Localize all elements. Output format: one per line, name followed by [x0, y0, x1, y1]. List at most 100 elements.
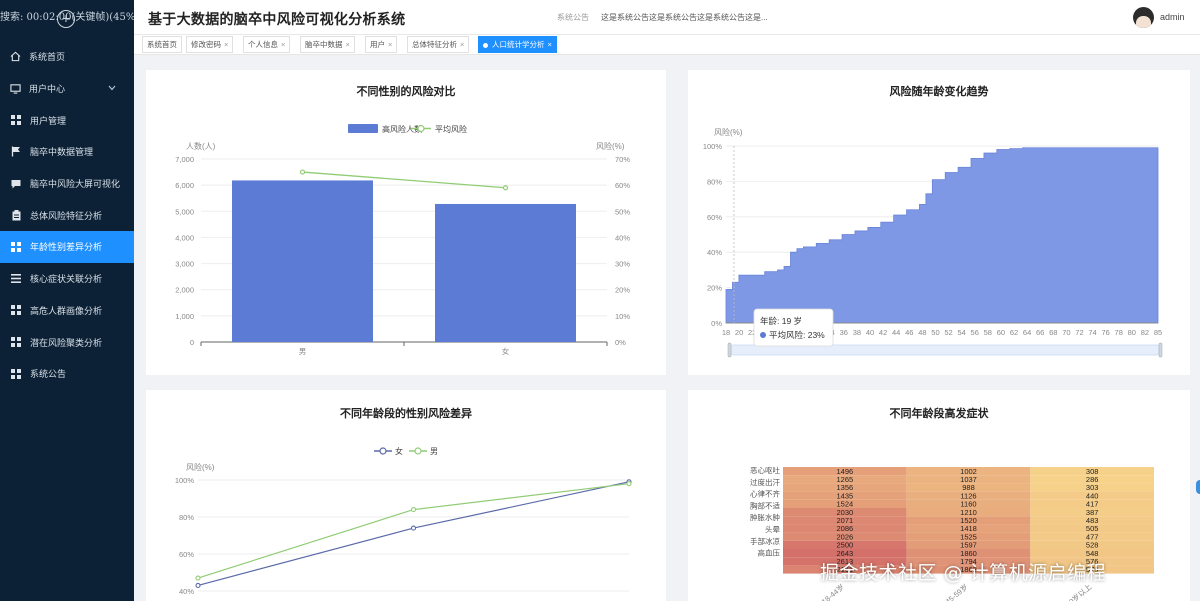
y2-tick-label: 40%	[615, 233, 630, 242]
sidebar-item-symptom-association[interactable]: 核心症状关联分析	[0, 263, 134, 295]
x-tick-label: 62	[1010, 328, 1018, 337]
x-tick-label: 80	[1128, 328, 1136, 337]
y-tick-label: 100%	[175, 476, 195, 485]
age-trend-chart[interactable]: 风险(%)0%20%40%60%80%100%18202224262830323…	[688, 70, 1190, 375]
tooltip-marker	[760, 332, 766, 338]
sidebar-item-risk-clustering[interactable]: 潜在风险聚类分析	[0, 326, 134, 358]
x-tick-label: 85	[1154, 328, 1162, 337]
row-label: 恶心呕吐	[750, 466, 780, 475]
sidebar-item-label: 系统首页	[29, 52, 66, 63]
y-tick-label: 0%	[711, 319, 722, 328]
series-point	[195, 582, 201, 588]
x-tick-label: 70	[1062, 328, 1070, 337]
y2-tick-label: 60%	[615, 181, 630, 190]
y-tick-label: 7,000	[175, 155, 194, 164]
tab-label: 修改密码	[191, 40, 221, 49]
y-tick-label: 80%	[707, 177, 722, 186]
page-title: 基于大数据的脑卒中风险可视化分析系统	[148, 11, 406, 27]
zoom-handle-right	[1158, 342, 1163, 358]
y-tick-label: 5,000	[175, 207, 194, 216]
sidebar-item-big-screen[interactable]: 脑卒中风险大屏可视化	[0, 168, 134, 200]
x-tick-label: 44	[892, 328, 900, 337]
age-gender-line-chart[interactable]: 女 男风险(%) 40% 60% 80% 100%	[146, 390, 666, 601]
card-gender-risk: 不同性别的风险对比 高风险人数 平均风险 人数(人) 风险(%) 0 1,000 2,000…	[146, 70, 666, 375]
tags-view-bar: 系统首页 修改密码 × 个人信息 × 脑卒中数据 × 用户 × 总体特征分析 × 人口统计…	[134, 35, 1200, 55]
y-axis-label: 风险(%)	[186, 462, 215, 472]
row-label: 肿胀水肿	[750, 512, 780, 522]
sidebar-item-home[interactable]: 系统首页	[0, 41, 134, 73]
series-point	[410, 525, 417, 531]
sidebar-item-stroke-data[interactable]: 脑卒中数据管理	[0, 136, 134, 168]
close-icon[interactable]: ×	[548, 40, 552, 49]
grid-icon	[10, 336, 22, 348]
legend-swatch	[414, 447, 422, 455]
home-icon	[9, 51, 21, 63]
close-icon[interactable]: ×	[388, 40, 392, 49]
row-label: 头晕	[765, 524, 780, 534]
series-line-female	[197, 481, 630, 587]
x-tick-label: 36	[840, 328, 848, 337]
sidebar-item-age-gender[interactable]: 年龄性别差异分析	[0, 231, 134, 263]
tab-demographics[interactable]: 人口统计学分析 ×	[478, 36, 557, 53]
y-tick-label: 2,000	[175, 286, 194, 295]
sidebar-item-user-center[interactable]: 用户中心	[0, 73, 134, 105]
floating-handle[interactable]	[1196, 480, 1200, 494]
y2-tick-label: 0%	[615, 338, 626, 347]
x-tick-label: 58	[984, 328, 992, 337]
x-tick-label: 42	[879, 328, 887, 337]
sidebar-item-user-manage[interactable]: 用户管理	[0, 104, 134, 136]
sidebar-item-high-risk-profile[interactable]: 高危人群画像分析	[0, 295, 134, 327]
x-tick-label: 54	[957, 328, 965, 337]
close-icon[interactable]: ×	[460, 40, 464, 49]
sidebar-item-announcement[interactable]: 系统公告	[0, 358, 134, 390]
sidebar-item-label: 系统公告	[30, 369, 67, 380]
avatar[interactable]	[1133, 7, 1154, 28]
close-icon[interactable]: ×	[281, 40, 285, 49]
sidebar-item-label: 脑卒中数据管理	[30, 147, 94, 158]
y2-tick-label: 20%	[615, 286, 630, 295]
close-icon[interactable]: ×	[224, 40, 228, 49]
gender-risk-chart[interactable]: 高风险人数 平均风险人数(人) 风险(%)01,0002,0003,0004,000…	[146, 70, 666, 375]
sidebar-menu: 系统首页 用户中心 用户管理 脑卒中数据管理 脑卒中风险大屏可视化 总体风险特征…	[0, 41, 134, 390]
x-tick-label: 72	[1075, 328, 1083, 337]
legend-label: 女	[395, 446, 403, 456]
y-tick-label: 60%	[179, 550, 194, 559]
legend-swatch	[379, 447, 387, 455]
tab-user[interactable]: 用户 ×	[365, 36, 398, 53]
tab-label: 脑卒中数据	[305, 40, 343, 49]
tab-change-password[interactable]: 修改密码 ×	[186, 36, 234, 53]
app-root: 搜索: 00:02:00(关键帧)(45%) + 系统首页 用户中心 用户管理 …	[0, 0, 1200, 601]
y-tick-label: 40%	[179, 587, 194, 596]
x-tick-label: 78	[1115, 328, 1123, 337]
active-dot-icon	[483, 42, 488, 48]
y-tick-label: 1,000	[175, 312, 194, 321]
tab-label: 人口统计学分析	[492, 40, 545, 49]
y-tick-label: 4,000	[175, 233, 194, 242]
tab-stroke-data[interactable]: 脑卒中数据 ×	[300, 36, 355, 53]
sidebar-item-label: 高危人群画像分析	[30, 305, 103, 316]
tab-label: 用户	[370, 40, 385, 49]
series-line-male	[197, 483, 630, 579]
notice-marquee[interactable]: 这是系统公告这是系统公告这是系统公告这是...	[601, 12, 791, 23]
avg-risk-point	[299, 169, 306, 175]
search-overlay-text: 搜索: 00:02:00(关键帧)(45%)	[0, 12, 134, 23]
close-icon[interactable]: ×	[346, 40, 350, 49]
tab-home[interactable]: 系统首页	[142, 36, 182, 53]
x-tick-label: 64	[1023, 328, 1031, 337]
tab-profile[interactable]: 个人信息 ×	[243, 36, 291, 53]
x-tick-label: 48	[918, 328, 926, 337]
y-tick-label: 3,000	[175, 260, 194, 269]
sidebar-item-overall-risk[interactable]: 总体风险特征分析	[0, 199, 134, 231]
sidebar-item-label: 脑卒中风险大屏可视化	[30, 179, 121, 190]
y-tick-label: 20%	[707, 284, 722, 293]
clipboard-icon	[10, 209, 22, 221]
y2-tick-label: 70%	[615, 155, 630, 164]
tooltip-age: 年龄: 19 岁	[760, 316, 802, 326]
username[interactable]: admin	[1160, 12, 1185, 22]
x-tick-label: 82	[1141, 328, 1149, 337]
tab-overall-features[interactable]: 总体特征分析 ×	[407, 36, 470, 53]
x-tick-label: 18	[722, 328, 730, 337]
bar	[435, 203, 576, 342]
x-tick-label: 46	[905, 328, 913, 337]
card-age-trend: 风险随年龄变化趋势 风险(%)0%20%40%60%80%100%1820222…	[688, 70, 1190, 375]
